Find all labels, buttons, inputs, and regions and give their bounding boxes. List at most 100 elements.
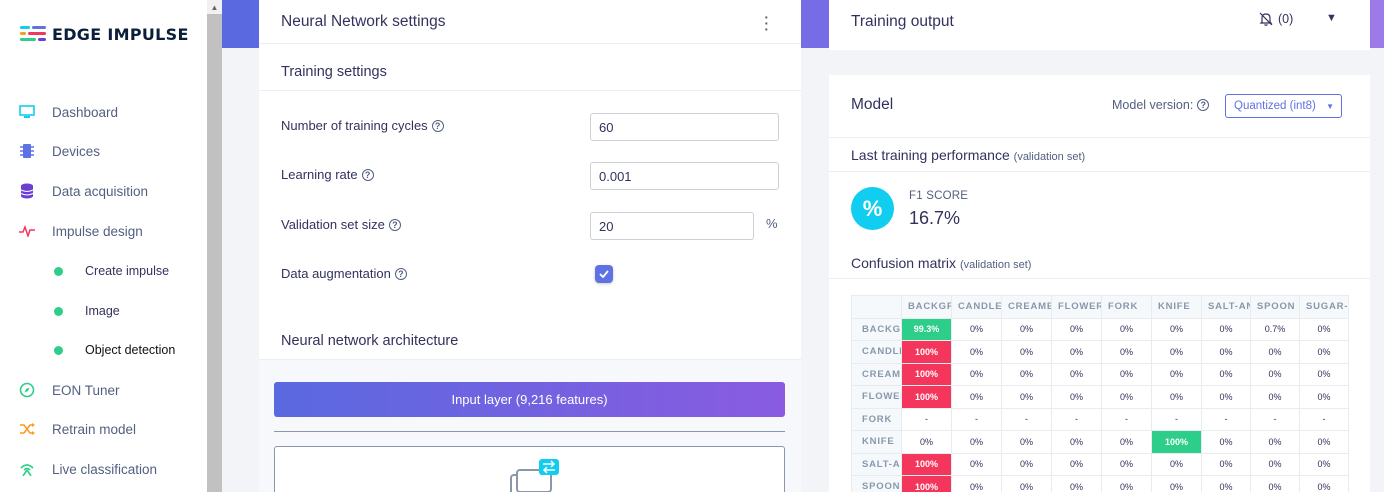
matrix-cell: 100% — [901, 362, 952, 386]
column-header: SUGAR-I — [1299, 295, 1349, 319]
table-row: SPOON 100% 0% 0% 0% 0% 0% 0% 0% 0% — [851, 475, 1349, 492]
validation-set-size-input[interactable] — [590, 212, 754, 240]
divider — [274, 431, 785, 432]
row-header: CREAME — [851, 362, 902, 386]
sidebar-item-label: Live classification — [52, 461, 158, 477]
matrix-cell: 0% — [901, 430, 952, 454]
sidebar-item-devices[interactable]: Devices — [0, 135, 207, 167]
column-header: SPOON — [1250, 295, 1300, 319]
matrix-cell: 0% — [1151, 362, 1202, 386]
card-title: Neural Network settings — [281, 12, 446, 30]
matrix-cell: 0% — [1299, 452, 1349, 476]
transfer-learning-icon — [510, 459, 559, 492]
data-augmentation-checkbox[interactable] — [595, 265, 613, 283]
sidebar-item-dashboard[interactable]: Dashboard — [0, 96, 207, 128]
matrix-cell: 0% — [951, 452, 1002, 476]
model-version-select[interactable]: Quantized (int8) ▼ — [1225, 94, 1342, 118]
sidebar-item-retrain-model[interactable]: Retrain model — [0, 413, 207, 445]
row-header: BACKGR — [851, 317, 902, 341]
matrix-cell: 0% — [1051, 430, 1102, 454]
help-icon[interactable]: ? — [388, 218, 401, 231]
matrix-cell: 0% — [1299, 317, 1349, 341]
notification-toggle[interactable]: (0) — [1259, 12, 1293, 26]
input-layer-button[interactable]: Input layer (9,216 features) — [274, 382, 785, 417]
training-cycles-input[interactable] — [590, 113, 779, 141]
matrix-cell: 0% — [1201, 340, 1251, 364]
row-header: SALT-AN — [851, 452, 902, 476]
model-version-label: Model version: ? — [1112, 98, 1210, 112]
matrix-cell: 0% — [1151, 475, 1202, 492]
matrix-cell: 99.3% — [901, 317, 952, 341]
card-header: Neural Network settings · · · — [259, 0, 801, 44]
sidebar-item-live-classification[interactable]: Live classification — [0, 453, 207, 485]
label-text: Validation set size — [281, 217, 385, 232]
sidebar-item-label: Devices — [52, 143, 101, 159]
matrix-cell: 0% — [1250, 430, 1300, 454]
sidebar-item-impulse-design[interactable]: Impulse design — [0, 215, 207, 247]
neural-network-settings-card: Neural Network settings · · · Training set… — [259, 0, 801, 492]
matrix-cell: 0% — [1001, 452, 1052, 476]
matrix-cell: 0% — [1201, 385, 1251, 409]
sidebar-item-data-acquisition[interactable]: Data acquisition — [0, 175, 207, 207]
matrix-cell: 0% — [1201, 362, 1251, 386]
output-layer-box[interactable] — [274, 446, 785, 492]
divider — [829, 278, 1370, 279]
matrix-cell: 0% — [1151, 340, 1202, 364]
f1-score-label: F1 SCORE — [909, 190, 969, 202]
label-text: Learning rate — [281, 167, 358, 182]
row-header: KNIFE — [851, 430, 902, 454]
matrix-cell: 100% — [901, 385, 952, 409]
help-icon[interactable]: ? — [361, 168, 374, 181]
collapse-caret-icon[interactable]: ▼ — [1326, 12, 1337, 24]
sidebar-item-label: Object detection — [85, 343, 176, 357]
matrix-cell: 0% — [1201, 452, 1251, 476]
training-cycles-label: Number of training cycles ? — [281, 118, 444, 133]
matrix-cell: 0% — [1101, 362, 1152, 386]
pulse-icon — [18, 222, 36, 240]
matrix-cell: 100% — [901, 475, 952, 492]
row-header: SPOON — [851, 475, 902, 492]
table-row: BACKGR99.3%0%0%0%0%0%0%0.7%0% — [851, 317, 1349, 341]
sidebar-scrollbar[interactable] — [207, 0, 222, 492]
sidebar-item-label: EON Tuner — [52, 382, 120, 398]
matrix-cell: 0% — [1250, 452, 1300, 476]
sidebar-item-label: Image — [85, 304, 120, 318]
column-header: CREAME — [1001, 295, 1052, 319]
matrix-cell: 0% — [1101, 340, 1152, 364]
matrix-cell: - — [1051, 407, 1102, 431]
matrix-cell: 0% — [1051, 475, 1102, 492]
matrix-cell: 0% — [1001, 475, 1052, 492]
scroll-up-arrow-icon[interactable]: ▲ — [207, 0, 222, 14]
matrix-cell: 0% — [1101, 430, 1152, 454]
sidebar-item-image[interactable]: Image — [0, 295, 207, 327]
matrix-cell: 0% — [1101, 317, 1152, 341]
matrix-cell: 0% — [1299, 385, 1349, 409]
percent-icon: % — [851, 187, 894, 230]
sidebar-item-object-detection[interactable]: Object detection — [0, 334, 207, 366]
table-row: SALT-AN100%0%0%0%0%0%0%0%0% — [851, 452, 1349, 476]
sidebar-item-eon-tuner[interactable]: EON Tuner — [0, 374, 207, 406]
column-header: CANDLE — [951, 295, 1002, 319]
brand-logo[interactable]: EDGE IMPULSE — [20, 24, 189, 44]
help-icon[interactable]: ? — [394, 267, 407, 280]
learning-rate-input[interactable] — [590, 162, 779, 190]
matrix-cell: 0% — [1001, 317, 1052, 341]
sidebar-item-create-impulse[interactable]: Create impulse — [0, 255, 207, 287]
selected-value: Quantized (int8) — [1234, 100, 1316, 112]
nn-architecture-title: Neural network architecture — [281, 333, 459, 349]
help-icon[interactable]: ? — [431, 119, 444, 132]
matrix-cell: 0.7% — [1250, 317, 1300, 341]
confusion-matrix-table: BACKGR CANDLE CREAME FLOWER FORK KNIFE S… — [851, 295, 1349, 492]
matrix-cell: - — [1250, 407, 1300, 431]
matrix-cell: 0% — [1250, 362, 1300, 386]
notification-count: (0) — [1278, 12, 1294, 26]
matrix-cell: 0% — [951, 475, 1002, 492]
title-text: Confusion matrix — [851, 255, 957, 271]
help-icon[interactable]: ? — [1197, 99, 1210, 111]
more-options-icon[interactable]: · · · — [764, 10, 769, 36]
column-header: SALT-AN — [1201, 295, 1251, 319]
title-note: (validation set) — [1013, 151, 1086, 163]
confusion-matrix-header-row: BACKGR CANDLE CREAME FLOWER FORK KNIFE S… — [851, 295, 1349, 319]
model-title: Model — [851, 96, 894, 113]
matrix-cell: - — [901, 407, 952, 431]
